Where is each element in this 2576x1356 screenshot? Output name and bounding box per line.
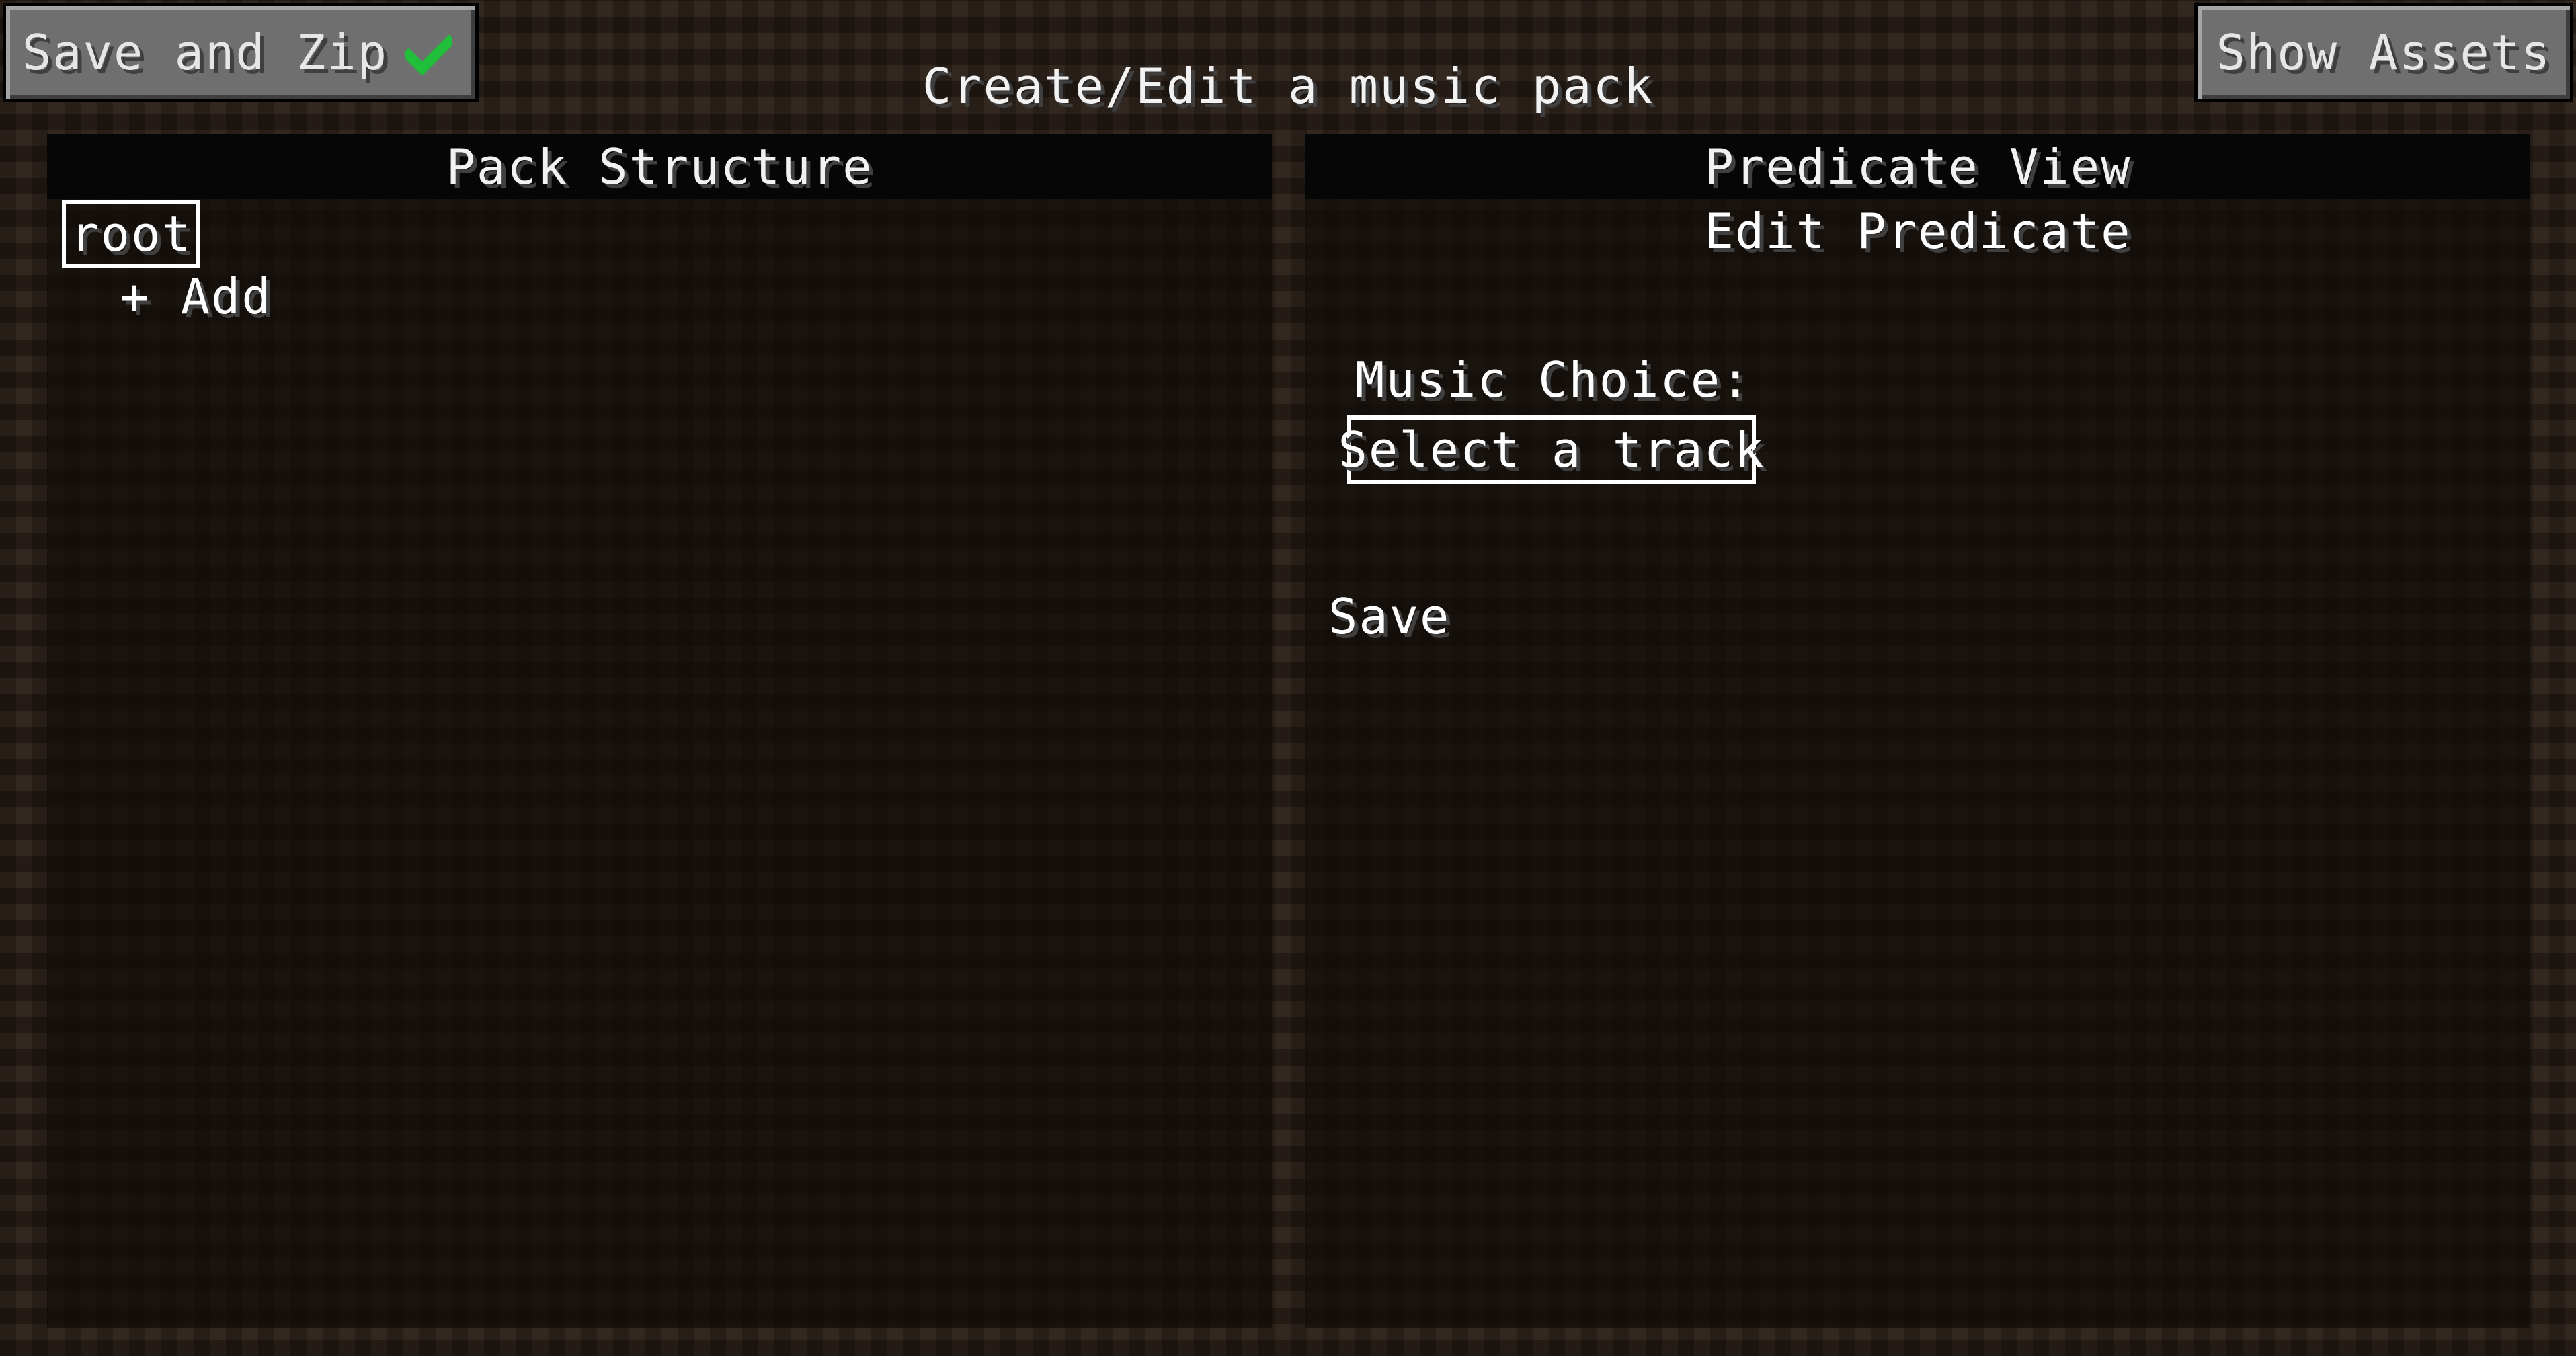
tree-node-root[interactable]: root bbox=[62, 200, 200, 268]
show-assets-button[interactable]: Show Assets bbox=[2194, 3, 2573, 102]
predicate-view-header: Predicate View bbox=[1305, 134, 2530, 199]
save-predicate-button[interactable]: Save bbox=[1328, 586, 1450, 647]
add-node-button[interactable]: + Add bbox=[120, 266, 272, 327]
edit-predicate-title: Edit Predicate bbox=[1704, 203, 2132, 260]
predicate-view-panel: Predicate View Edit Predicate Music Choi… bbox=[1305, 134, 2530, 1328]
track-select-button[interactable]: Select a track bbox=[1338, 415, 1763, 484]
screen-title: Create/Edit a music pack bbox=[922, 58, 1654, 114]
music-choice-label: Music Choice: bbox=[1355, 352, 1752, 408]
pack-structure-panel: Pack Structure root + Add bbox=[47, 134, 1272, 1328]
pack-structure-header: Pack Structure bbox=[47, 134, 1272, 199]
